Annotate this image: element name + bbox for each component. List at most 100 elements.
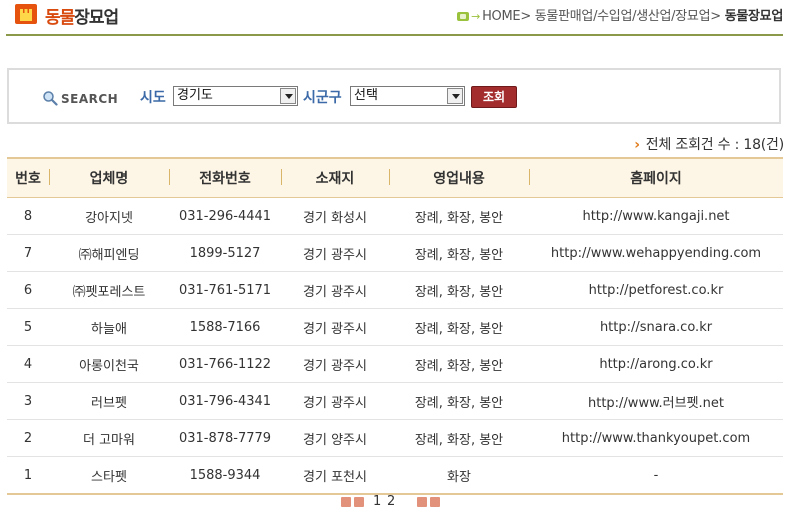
business-table: 번호 업체명 전화번호 소재지 영업내용 홈페이지 8 강아지넷 031-296… — [7, 157, 783, 495]
chevron-down-icon[interactable] — [447, 88, 463, 104]
table-row: 5 하늘애 1588-7166 경기 광주시 장례, 화장, 봉안 http:/… — [7, 308, 783, 346]
cell-homepage-link[interactable]: http://snara.co.kr — [529, 308, 783, 346]
column-header: 영업내용 — [389, 157, 529, 198]
breadcrumb-separator: > — [520, 9, 531, 24]
page-title: 동물장묘업 — [45, 3, 119, 28]
home-icon — [457, 12, 470, 21]
header-divider — [6, 34, 783, 36]
cell-location: 경기 광주시 — [281, 345, 389, 383]
page-title-main: 장묘업 — [74, 8, 119, 28]
cell-homepage-link[interactable]: http://arong.co.kr — [529, 345, 783, 383]
magnifier-icon — [43, 91, 58, 106]
cell-location: 경기 광주시 — [281, 308, 389, 346]
search-panel: SEARCH 시도 경기도 시군구 선택 조회 — [7, 68, 781, 124]
chevron-right-icon: › — [634, 137, 640, 153]
page-number[interactable]: 1 — [373, 494, 381, 509]
table-row: 2 더 고마워 031-878-7779 경기 양주시 장례, 화장, 봉안 h… — [7, 419, 783, 457]
cell-company: 스타펫 — [49, 456, 169, 495]
cell-phone: 1588-9344 — [169, 456, 281, 495]
cell-number: 6 — [7, 271, 49, 309]
cell-location: 경기 화성시 — [281, 197, 389, 235]
chevron-down-icon[interactable] — [280, 88, 296, 104]
cell-phone: 1588-7166 — [169, 308, 281, 346]
cell-number: 8 — [7, 197, 49, 235]
cell-company: 러브펫 — [49, 382, 169, 420]
cell-services: 장례, 화장, 봉안 — [389, 345, 529, 383]
sigungu-label: 시군구 — [303, 90, 342, 106]
cell-phone: 1899-5127 — [169, 234, 281, 272]
cell-location: 경기 광주시 — [281, 271, 389, 309]
search-label-text: SEARCH — [61, 92, 119, 106]
cell-company: 더 고마워 — [49, 419, 169, 457]
cell-number: 5 — [7, 308, 49, 346]
next-page-icon[interactable] — [417, 497, 427, 507]
cell-number: 1 — [7, 456, 49, 495]
sigungu-select-value: 선택 — [354, 88, 378, 103]
cell-company: ㈜해피엔딩 — [49, 234, 169, 272]
cell-services: 장례, 화장, 봉안 — [389, 419, 529, 457]
cell-number: 7 — [7, 234, 49, 272]
cell-services: 장례, 화장, 봉안 — [389, 308, 529, 346]
last-page-icon[interactable] — [430, 497, 440, 507]
page-number[interactable]: 2 — [387, 494, 395, 509]
cell-homepage-link[interactable]: http://www.kangaji.net — [529, 197, 783, 235]
cell-homepage-link[interactable]: http://www.thankyoupet.com — [529, 419, 783, 457]
cell-phone: 031-796-4341 — [169, 382, 281, 420]
cell-homepage-link[interactable]: http://www.러브펫.net — [529, 382, 783, 420]
cell-services: 장례, 화장, 봉안 — [389, 197, 529, 235]
cell-services: 장례, 화장, 봉안 — [389, 271, 529, 309]
cell-company: 강아지넷 — [49, 197, 169, 235]
column-header: 업체명 — [49, 157, 169, 198]
table-row: 3 러브펫 031-796-4341 경기 광주시 장례, 화장, 봉안 htt… — [7, 382, 783, 420]
cell-phone: 031-296-4441 — [169, 197, 281, 235]
result-count-text: 전체 조회건 수 : 18(건) — [645, 137, 784, 153]
table-header-row: 번호 업체명 전화번호 소재지 영업내용 홈페이지 — [7, 157, 783, 198]
column-header: 번호 — [7, 157, 49, 198]
query-button[interactable]: 조회 — [471, 86, 517, 108]
cell-homepage-link[interactable]: http://www.wehappyending.com — [529, 234, 783, 272]
cell-services: 장례, 화장, 봉안 — [389, 382, 529, 420]
cell-location: 경기 광주시 — [281, 382, 389, 420]
table-row: 4 아롱이천국 031-766-1122 경기 광주시 장례, 화장, 봉안 h… — [7, 345, 783, 383]
cell-location: 경기 광주시 — [281, 234, 389, 272]
cell-number: 3 — [7, 382, 49, 420]
sido-label: 시도 — [140, 90, 166, 106]
sigungu-select[interactable]: 선택 — [350, 86, 465, 106]
paw-logo-icon — [15, 4, 37, 24]
table-row: 1 스타펫 1588-9344 경기 포천시 화장 - — [7, 456, 783, 495]
cell-location: 경기 포천시 — [281, 456, 389, 495]
first-page-icon[interactable] — [341, 497, 351, 507]
table-row: 8 강아지넷 031-296-4441 경기 화성시 장례, 화장, 봉안 ht… — [7, 197, 783, 235]
cell-homepage-link[interactable]: - — [529, 456, 783, 495]
cell-number: 2 — [7, 419, 49, 457]
cell-phone: 031-761-5171 — [169, 271, 281, 309]
sido-select[interactable]: 경기도 — [173, 86, 298, 106]
breadcrumb-category[interactable]: 동물판매업/수입업/생산업/장묘업 — [535, 9, 711, 24]
arrow-icon: → — [471, 10, 481, 23]
cell-homepage-link[interactable]: http://petforest.co.kr — [529, 271, 783, 309]
breadcrumb-separator: > — [710, 9, 721, 24]
table-row: 6 ㈜펫포레스트 031-761-5171 경기 광주시 장례, 화장, 봉안 … — [7, 271, 783, 309]
cell-company: 하늘애 — [49, 308, 169, 346]
breadcrumb: → HOME> 동물판매업/수입업/생산업/장묘업> 동물장묘업 — [457, 5, 783, 24]
cell-services: 장례, 화장, 봉안 — [389, 234, 529, 272]
cell-phone: 031-878-7779 — [169, 419, 281, 457]
breadcrumb-current: 동물장묘업 — [724, 9, 784, 24]
page-header: 동물장묘업 → HOME> 동물판매업/수입업/생산업/장묘업> 동물장묘업 — [0, 0, 789, 36]
cell-services: 화장 — [389, 456, 529, 495]
page-title-accent: 동물 — [45, 8, 75, 28]
result-count: › 전체 조회건 수 : 18(건) — [634, 134, 784, 154]
cell-phone: 031-766-1122 — [169, 345, 281, 383]
cell-location: 경기 양주시 — [281, 419, 389, 457]
cell-company: 아롱이천국 — [49, 345, 169, 383]
cell-number: 4 — [7, 345, 49, 383]
breadcrumb-home[interactable]: HOME — [482, 9, 521, 24]
cell-company: ㈜펫포레스트 — [49, 271, 169, 309]
sido-select-value: 경기도 — [177, 88, 213, 103]
column-header: 소재지 — [281, 157, 389, 198]
column-header: 전화번호 — [169, 157, 281, 198]
column-header: 홈페이지 — [529, 157, 783, 198]
table-row: 7 ㈜해피엔딩 1899-5127 경기 광주시 장례, 화장, 봉안 http… — [7, 234, 783, 272]
prev-page-icon[interactable] — [354, 497, 364, 507]
search-label: SEARCH — [42, 90, 118, 106]
